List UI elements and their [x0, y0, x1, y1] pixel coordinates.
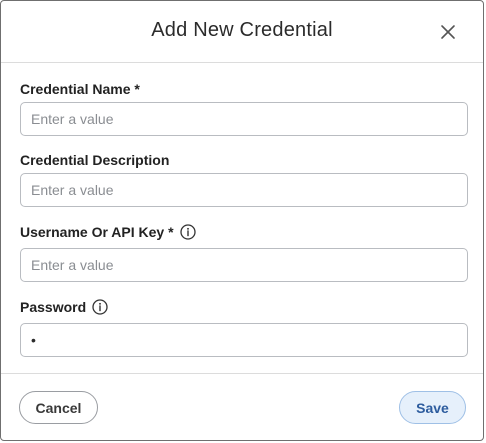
credential-name-input[interactable] [20, 102, 468, 136]
info-icon[interactable] [179, 224, 196, 240]
credential-description-input[interactable] [20, 173, 468, 207]
password-label-text: Password [20, 299, 87, 315]
info-icon[interactable] [92, 299, 108, 315]
dialog-title: Add New Credential [151, 19, 333, 41]
credential-name-label: Credential Name * [20, 81, 140, 97]
password-label: Password [20, 299, 108, 315]
username-api-key-label: Username Or API Key * [20, 224, 196, 240]
username-api-key-label-text: Username Or API Key * [20, 224, 174, 240]
credential-description-label: Credential Description [20, 152, 169, 168]
credential-description-label-text: Credential Description [20, 152, 170, 168]
cancel-button[interactable]: Cancel [19, 391, 98, 424]
dialog-footer: Cancel Save [1, 373, 483, 443]
username-api-key-input[interactable] [20, 248, 468, 282]
dialog-header: Add New Credential [1, 1, 483, 63]
password-input[interactable] [20, 323, 468, 357]
close-icon[interactable] [439, 23, 457, 41]
save-button[interactable]: Save [399, 391, 466, 424]
add-credential-dialog: Add New Credential Credential Name * Cre… [0, 0, 484, 441]
credential-name-label-text: Credential Name * [20, 81, 140, 97]
